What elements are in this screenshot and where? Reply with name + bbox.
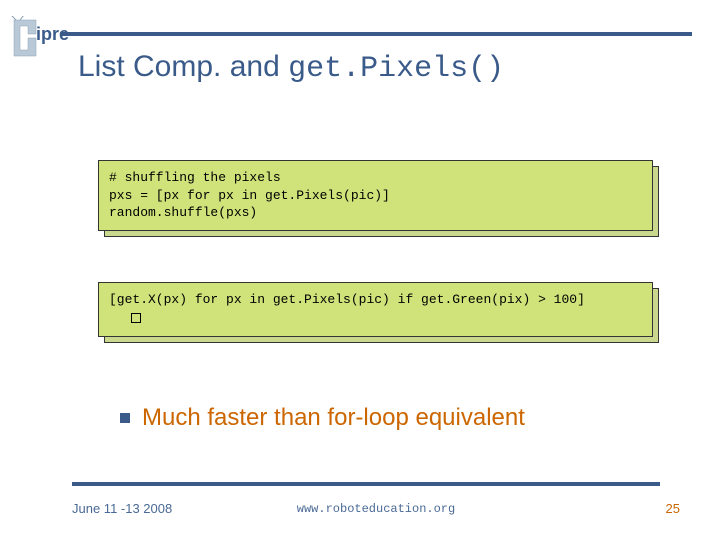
placeholder-box-icon	[131, 313, 141, 323]
logo-text: ipre	[36, 24, 69, 44]
footer-url: www.roboteducation.org	[72, 502, 680, 516]
bottom-divider	[72, 482, 660, 486]
code-block-content: # shuffling the pixels pxs = [px for px …	[98, 160, 653, 231]
code-block-content: [get.X(px) for px in get.Pixels(pic) if …	[98, 282, 653, 337]
title-text: List Comp. and	[78, 50, 288, 83]
footer: June 11 -13 2008 www.roboteducation.org …	[72, 501, 680, 516]
code-block-2: [get.X(px) for px in get.Pixels(pic) if …	[98, 282, 653, 337]
code-line: [get.X(px) for px in get.Pixels(pic) if …	[109, 292, 585, 307]
page-title: List Comp. and get.Pixels()	[78, 50, 504, 86]
title-code: get.Pixels()	[288, 52, 504, 86]
bullet-item: Much faster than for-loop equivalent	[120, 404, 525, 432]
top-divider	[60, 32, 692, 36]
bullet-square-icon	[120, 413, 130, 423]
bullet-text: Much faster than for-loop equivalent	[142, 404, 525, 432]
code-block-1: # shuffling the pixels pxs = [px for px …	[98, 160, 653, 231]
ipre-logo: ipre	[6, 16, 84, 65]
